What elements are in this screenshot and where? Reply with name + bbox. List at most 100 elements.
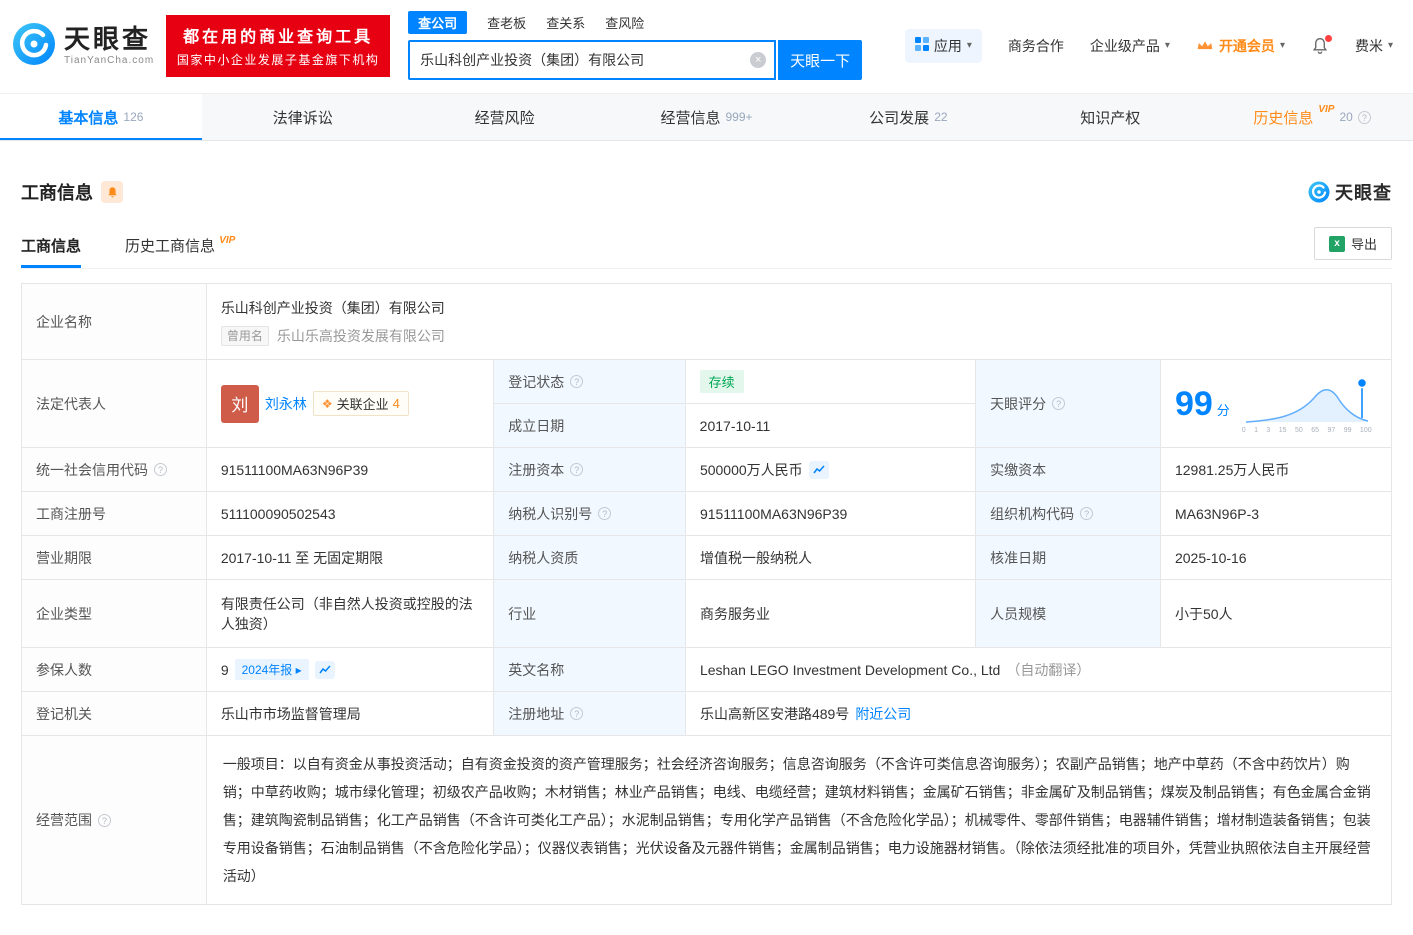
help-icon[interactable]: [1357, 110, 1371, 124]
related-companies-chip[interactable]: ❖ 关联企业 4: [312, 391, 409, 416]
approval-date-value: 2025-10-16: [1174, 549, 1247, 566]
user-menu[interactable]: 费米: [1355, 36, 1393, 56]
field-label-credit-code: 统一社会信用代码: [22, 448, 207, 491]
related-companies-label: 关联企业: [336, 397, 389, 412]
business-scope-value: 一般项目：以自有资金从事投资活动；自有资金投资的资产管理服务；社会经济咨询服务；…: [222, 756, 1371, 884]
english-name-cell: Leshan LEGO Investment Development Co., …: [686, 648, 1391, 691]
subtab-business-info[interactable]: 工商信息: [21, 235, 82, 268]
former-name-value: 乐山乐高投资发展有限公司: [276, 327, 445, 344]
tab-count: 20: [1339, 110, 1353, 124]
score-unit: 分: [1216, 402, 1230, 418]
field-label-reg-status: 登记状态: [494, 360, 686, 403]
clear-search-icon[interactable]: [750, 52, 767, 68]
notifications-bell[interactable]: [1311, 34, 1332, 55]
section-brand-logo: 天眼查: [1308, 179, 1392, 205]
nearby-companies-link[interactable]: 附近公司: [855, 704, 911, 724]
apps-grid-icon: [914, 37, 929, 54]
industry-value: 商务服务业: [686, 580, 977, 647]
top-menu: 应用 商务合作 企业级产品 开通会员 费米: [904, 28, 1393, 63]
main-content: 工商信息 天眼查 工商信息 历史工商信息 VIP 导出: [0, 179, 1413, 935]
open-vip-label: 开通会员: [1218, 37, 1275, 54]
field-label-insured-count: 参保人数: [22, 648, 207, 691]
help-icon[interactable]: [1080, 507, 1094, 520]
help-icon[interactable]: [598, 507, 612, 520]
tab-label: 历史信息: [1253, 109, 1314, 127]
search-tab-relation[interactable]: 查关系: [546, 11, 585, 34]
field-label-reg-capital: 注册资本: [494, 448, 686, 491]
promo-banner: 都在用的商业查询工具 国家中小企业发展子基金旗下机构: [166, 14, 391, 77]
tab-label: 公司发展: [869, 109, 930, 127]
legal-rep-name-link[interactable]: 刘永林: [265, 394, 307, 414]
tab-legal-proceedings[interactable]: 法律诉讼: [202, 94, 404, 140]
open-vip-menu[interactable]: 开通会员: [1196, 36, 1285, 56]
search-input[interactable]: [420, 52, 751, 68]
vip-badge: VIP: [1318, 103, 1335, 115]
help-icon[interactable]: [1052, 397, 1066, 410]
search-box: [408, 40, 777, 80]
insured-trend-icon[interactable]: [314, 660, 335, 679]
tab-operating-info[interactable]: 经营信息 999+: [606, 94, 808, 140]
reg-authority-value: 乐山市市场监督管理局: [207, 692, 495, 735]
tab-label: 经营信息: [660, 109, 721, 127]
search-tab-risk[interactable]: 查风险: [605, 11, 644, 34]
legal-rep-cell: 刘 刘永林 ❖ 关联企业 4: [207, 360, 495, 447]
apps-menu[interactable]: 应用: [904, 28, 982, 63]
insured-count-cell: 9 2024年报 ▸: [207, 648, 495, 691]
field-label-text: 统一社会信用代码: [36, 461, 148, 478]
table-row: 营业期限 2017-10-11 至 无固定期限 纳税人资质 增值税一般纳税人 核…: [22, 536, 1391, 580]
tab-basic-info[interactable]: 基本信息 126: [0, 94, 202, 140]
chevron-down-icon: [1388, 40, 1393, 51]
search-tab-company[interactable]: 查公司: [408, 11, 468, 34]
staff-size-value: 小于50人: [1174, 605, 1233, 622]
subscribe-bell-button[interactable]: [101, 181, 123, 203]
help-icon[interactable]: [570, 463, 584, 476]
chevron-down-icon: [1165, 40, 1170, 51]
tab-history-info[interactable]: 历史信息 VIP 20: [1211, 94, 1413, 140]
field-label-org-code: 组织机构代码: [976, 492, 1161, 535]
field-label-taxpayer-id: 纳税人识别号: [494, 492, 686, 535]
company-name-cell: 乐山科创产业投资（集团）有限公司 曾用名 乐山乐高投资发展有限公司: [207, 284, 1391, 359]
reg-capital-value: 500000万人民币: [699, 461, 803, 478]
subtab-history-business-info[interactable]: 历史工商信息 VIP: [125, 235, 235, 268]
tab-label: 经营风险: [474, 109, 535, 127]
help-icon[interactable]: [570, 707, 584, 720]
capital-trend-icon[interactable]: [808, 460, 829, 479]
help-icon[interactable]: [570, 375, 584, 388]
paid-capital-value: 12981.25万人民币: [1174, 461, 1290, 478]
help-icon[interactable]: [98, 813, 111, 827]
score-curve: [1245, 377, 1368, 423]
logo-domain: TianYanCha.com: [64, 55, 155, 67]
reg-address-value: 乐山高新区安港路489号: [699, 705, 850, 722]
table-row: 法定代表人 刘 刘永林 ❖ 关联企业 4 登记状态 存续: [22, 360, 1391, 448]
tab-company-development[interactable]: 公司发展 22: [807, 94, 1009, 140]
help-icon[interactable]: [154, 463, 167, 476]
credit-code-value: 91511100MA63N96P39: [207, 448, 495, 491]
status-date-block: 登记状态 存续 成立日期 2017-10-11: [494, 360, 977, 447]
search-tabs: 查公司 查老板 查关系 查风险: [408, 11, 862, 34]
reg-capital-cell: 500000万人民币: [686, 448, 977, 491]
field-label-reg-address: 注册地址: [494, 692, 686, 735]
business-term-value: 2017-10-11 至 无固定期限: [207, 536, 495, 579]
business-cooperation-link[interactable]: 商务合作: [1008, 36, 1064, 56]
field-label-text: 注册地址: [508, 705, 565, 722]
search-button[interactable]: 天眼一下: [778, 40, 863, 80]
field-label-staff-size: 人员规模: [976, 580, 1161, 647]
company-type-value: 有限责任公司（非自然人投资或控股的法人独资）: [207, 580, 495, 647]
field-label-business-scope: 经营范围: [22, 736, 207, 904]
banner-line1: 都在用的商业查询工具: [183, 29, 374, 46]
field-label-score: 天眼评分: [976, 360, 1161, 447]
field-label-approval-date: 核准日期: [976, 536, 1161, 579]
legal-rep-avatar[interactable]: 刘: [220, 384, 259, 423]
relation-icon: ❖: [321, 396, 333, 411]
enterprise-products-menu[interactable]: 企业级产品: [1090, 36, 1170, 56]
tab-label: 知识产权: [1080, 109, 1141, 127]
search-tab-boss[interactable]: 查老板: [487, 11, 526, 34]
tab-intellectual-property[interactable]: 知识产权: [1009, 94, 1211, 140]
annual-report-badge[interactable]: 2024年报 ▸: [234, 659, 309, 680]
reg-status-cell: 存续: [686, 360, 976, 403]
tab-operating-risk[interactable]: 经营风险: [404, 94, 606, 140]
export-button[interactable]: 导出: [1313, 227, 1392, 260]
field-label-paid-capital: 实缴资本: [976, 448, 1161, 491]
score-distribution-chart: 0 1 3 15 50 65 97 99 100: [1242, 374, 1372, 434]
tianyancha-logo[interactable]: 天眼查 TianYanCha.com: [12, 22, 154, 69]
